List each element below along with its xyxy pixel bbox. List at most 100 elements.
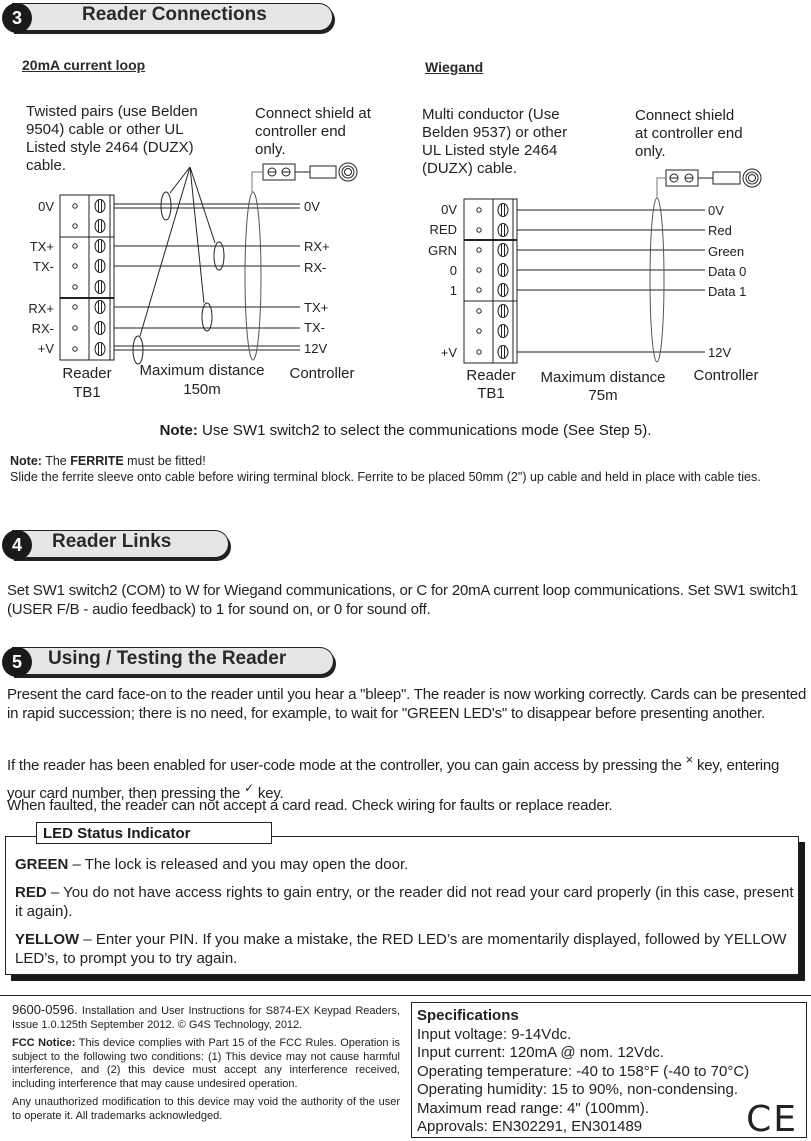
section-number-badge: 3 xyxy=(2,3,32,33)
terminal-screw-icon xyxy=(94,342,106,356)
terminal-screw-icon xyxy=(94,239,106,253)
distance-label: 75m xyxy=(588,387,617,404)
testing-paragraph-1: Present the card face-on to the reader u… xyxy=(7,686,807,722)
terminal-screw-icon xyxy=(94,259,106,273)
controller-label: Controller xyxy=(693,367,758,384)
desc-line: Belden 9537) or other xyxy=(422,124,568,141)
controller-pin-label: RX+ xyxy=(304,239,330,254)
terminal-screw-icon xyxy=(497,223,509,237)
reader-pin-label: 0 xyxy=(450,263,457,278)
spec-line: Maximum read range: 4" (100mm). xyxy=(417,1099,650,1117)
desc-line: Connect shield xyxy=(635,107,735,124)
led-description: – You do not have access rights to gain … xyxy=(15,884,794,920)
reader-terminal-block xyxy=(463,198,518,364)
reader-label: Reader xyxy=(466,367,515,384)
led-status-title: LED Status Indicator xyxy=(36,822,272,844)
wires xyxy=(517,197,705,363)
note-comms-mode: Note: Use SW1 switch2 to select the comm… xyxy=(0,422,811,439)
reader-pin-label: RX+ xyxy=(28,301,54,316)
controller-pin-label: Red xyxy=(708,223,732,238)
led-description: – The lock is released and you may open … xyxy=(68,856,409,873)
note-ferrite: Note: The FERRITE must be fitted! Slide … xyxy=(10,453,800,485)
fcc-label: FCC Notice: xyxy=(12,1037,76,1049)
note-label: Note: xyxy=(10,454,42,468)
ferrite-instructions: Slide the ferrite sleeve onto cable befo… xyxy=(10,470,761,484)
section-number-badge: 5 xyxy=(2,647,32,677)
controller-pin-label: Green xyxy=(708,244,744,259)
controller-pin-label: Data 1 xyxy=(708,284,746,299)
terminal-screw-icon xyxy=(94,199,106,213)
desc-line: controller end xyxy=(255,123,346,140)
check-key-icon: ✓ xyxy=(244,781,254,795)
distance-label: 150m xyxy=(183,381,221,398)
reader-terminal-block xyxy=(59,194,115,361)
shield-connector xyxy=(251,162,358,192)
desc-line: Twisted pairs (use Belden xyxy=(26,103,198,120)
terminal-screw-icon xyxy=(497,304,509,318)
section-5-header: 5 Using / Testing the Reader xyxy=(0,647,345,677)
spec-line: Input current: 120mA @ nom. 12Vdc. xyxy=(417,1044,665,1061)
reader-pin-label: 1 xyxy=(450,283,457,298)
document-number: 9600-0596. xyxy=(12,1002,78,1017)
section-title: Using / Testing the Reader xyxy=(48,648,287,669)
reader-links-body: Set SW1 switch2 (COM) to W for Wiegand c… xyxy=(7,582,799,618)
terminal-screw-icon xyxy=(497,203,509,217)
ce-mark-icon: CE xyxy=(746,1098,798,1140)
terminal-screw-icon xyxy=(94,280,106,294)
note-text: Use SW1 switch2 to select the communicat… xyxy=(197,422,652,439)
controller-pin-label: 0V xyxy=(304,199,320,214)
ferrite-emphasis: FERRITE xyxy=(70,454,124,468)
terminal-screw-icon xyxy=(94,321,106,335)
led-item-red: RED – You do not have access rights to g… xyxy=(15,883,795,921)
led-item-green: GREEN – The lock is released and you may… xyxy=(15,855,795,874)
terminal-screw-icon xyxy=(497,243,509,257)
note-label: Note: xyxy=(159,422,198,439)
controller-pin-label: 12V xyxy=(304,341,327,356)
terminal-screw-icon xyxy=(497,283,509,297)
controller-pin-label: Data 0 xyxy=(708,264,746,279)
led-color-label: YELLOW xyxy=(15,931,80,948)
desc-line: 9504) cable or other UL xyxy=(26,121,184,138)
reader-pin-label: +V xyxy=(441,345,458,360)
wiegand-wiring-diagram: 0V RED GRN 0 1 +V 0V Red Green Data 0 Da… xyxy=(428,168,762,404)
specifications-box: Specifications Input voltage: 9-14Vdc. I… xyxy=(411,1002,807,1138)
footer-legal: 9600-0596. Installation and User Instruc… xyxy=(12,1003,400,1128)
distance-label: Maximum distance xyxy=(139,362,264,379)
led-description: – Enter your PIN. If you make a mistake,… xyxy=(15,931,787,967)
controller-pin-label: TX+ xyxy=(304,300,328,315)
spec-line: Input voltage: 9-14Vdc. xyxy=(417,1025,572,1043)
desc-line: at controller end xyxy=(635,125,743,142)
spec-line: Operating humidity: 15 to 90%, non-conde… xyxy=(417,1081,739,1098)
terminal-screw-icon xyxy=(497,263,509,277)
terminal-screw-icon xyxy=(497,324,509,338)
controller-pin-label: 12V xyxy=(708,345,731,360)
specifications-title: Specifications xyxy=(417,1007,519,1024)
wires xyxy=(114,166,300,365)
reader-pin-label: RED xyxy=(430,222,457,237)
section-3-header: 3 Reader Connections xyxy=(0,3,340,33)
section-title: Reader Connections xyxy=(82,4,267,25)
led-color-label: RED xyxy=(15,884,47,901)
terminal-screw-icon xyxy=(94,300,106,314)
footer-divider xyxy=(0,995,811,996)
desc-line: Multi conductor (Use xyxy=(422,106,560,123)
current-loop-wiring-diagram: 0V TX+ TX- RX+ RX- +V 0V RX+ RX- TX+ TX-… xyxy=(28,162,358,401)
distance-label: Maximum distance xyxy=(540,369,665,386)
section-4-header: 4 Reader Links xyxy=(0,530,240,560)
note-text: must be fitted! xyxy=(123,454,206,468)
note-text: The xyxy=(41,454,71,468)
reader-pin-label: GRN xyxy=(428,243,457,258)
led-color-label: GREEN xyxy=(15,856,69,873)
current-loop-subtitle: 20mA current loop xyxy=(22,57,146,73)
desc-line: Connect shield at xyxy=(255,105,371,122)
spec-line: Operating temperature: -40 to 158°F (-40… xyxy=(417,1062,750,1080)
section-title: Reader Links xyxy=(52,531,172,552)
reader-pin-label: 0V xyxy=(38,199,54,214)
reader-pin-label: +V xyxy=(38,341,55,356)
controller-pin-label: RX- xyxy=(304,260,326,275)
reader-pin-label: 0V xyxy=(441,202,457,217)
shield-connector xyxy=(656,168,762,198)
terminal-screw-icon xyxy=(94,219,106,233)
reader-label: Reader xyxy=(62,365,111,382)
controller-pin-label: TX- xyxy=(304,320,325,335)
